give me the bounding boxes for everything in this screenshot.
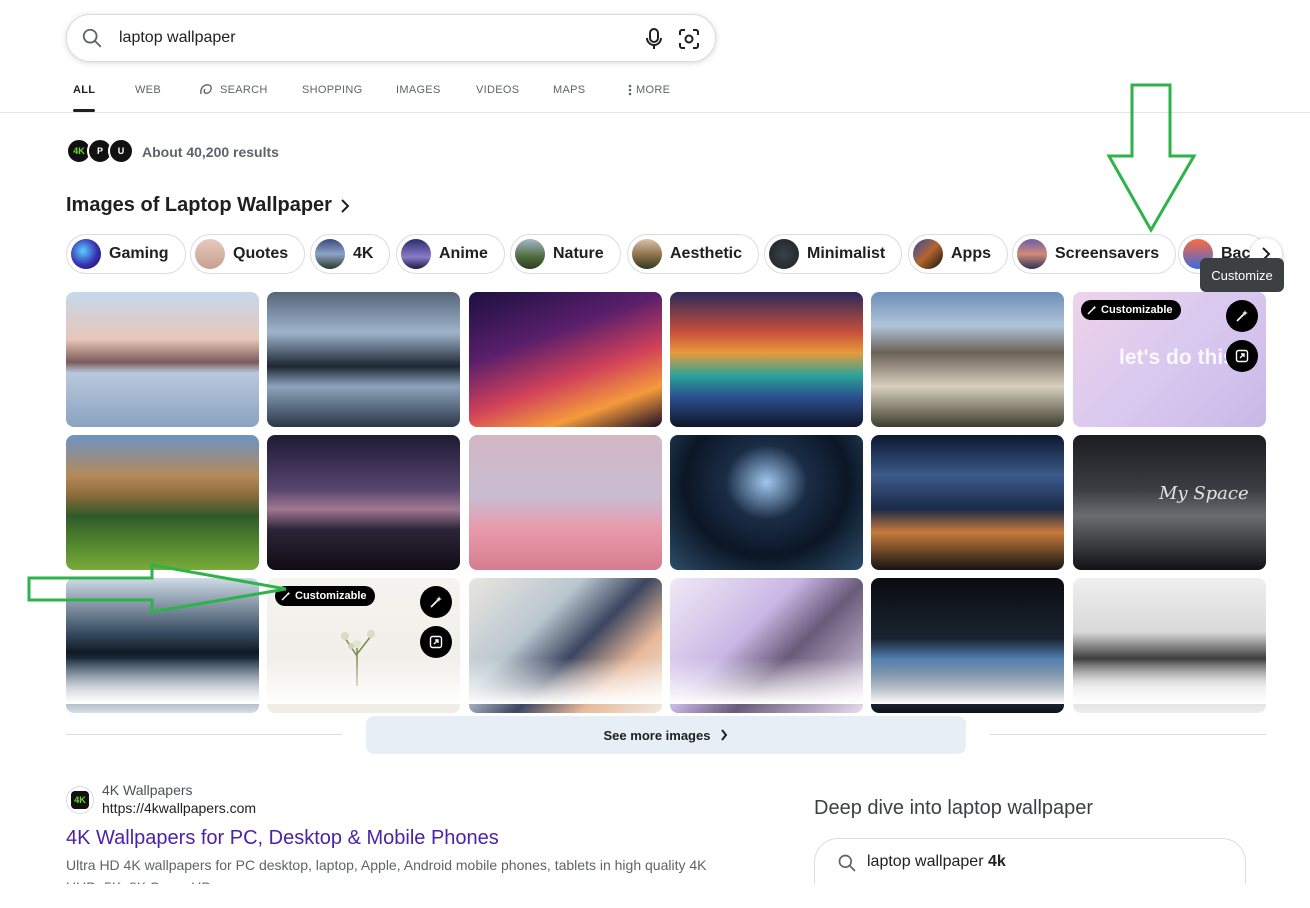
tab-search[interactable]: SEARCH [198, 76, 268, 104]
grid-fade [0, 658, 1310, 704]
tabs-divider [0, 112, 1310, 113]
image-result-yosemite[interactable] [871, 292, 1064, 427]
image-result-alpine-forest[interactable] [66, 435, 259, 570]
chip-screensavers[interactable]: Screensavers [1012, 234, 1177, 274]
image-grid: let's do this Customizable My Space Cust… [66, 292, 1266, 713]
tile-overlay-text: My Space [1159, 483, 1249, 504]
chip-gaming[interactable]: Gaming [66, 234, 186, 274]
chip-minimalist[interactable]: Minimalist [764, 234, 903, 274]
tile-overlay-text: let's do this [1119, 346, 1235, 369]
tab-images[interactable]: IMAGES [396, 76, 441, 104]
image-result-forest-reflection[interactable] [267, 292, 460, 427]
result-title-link[interactable]: 4K Wallpapers for PC, Desktop & Mobile P… [66, 827, 499, 850]
customize-button[interactable] [1226, 300, 1258, 332]
site-name[interactable]: 4K Wallpapers [102, 782, 193, 798]
chip-thumbnail [195, 239, 225, 269]
chip-thumbnail [515, 239, 545, 269]
customize-button[interactable] [420, 586, 452, 618]
site-url[interactable]: https://4kwallpapers.com [102, 800, 256, 816]
chip-thumbnail [632, 239, 662, 269]
annotation-arrow-down [1106, 83, 1197, 234]
chip-aesthetic[interactable]: Aesthetic [627, 234, 760, 274]
image-result-milky-way-road[interactable] [871, 435, 1064, 570]
chip-thumbnail [71, 239, 101, 269]
camera-lens-icon[interactable] [677, 27, 701, 51]
image-result-tulips[interactable] [469, 435, 662, 570]
chip-thumbnail [401, 239, 431, 269]
image-result-lets-do-this[interactable]: let's do this Customizable [1073, 292, 1266, 427]
chip-thumbnail [1017, 239, 1047, 269]
chip-thumbnail [769, 239, 799, 269]
chevron-right-icon [341, 198, 350, 213]
chip-4k[interactable]: 4K [310, 234, 391, 274]
image-result-night-pines[interactable] [267, 435, 460, 570]
search-icon [82, 28, 102, 48]
expand-image-button[interactable] [1226, 340, 1258, 372]
chip-thumbnail [315, 239, 345, 269]
divider-right [990, 734, 1266, 735]
image-result-illustrated-mountains[interactable] [670, 292, 863, 427]
magic-wand-icon [430, 596, 442, 608]
tab-web[interactable]: WEB [135, 76, 161, 104]
chip-apps[interactable]: Apps [908, 234, 1008, 274]
microphone-icon[interactable] [643, 27, 665, 51]
deep-dive-suggestion[interactable]: laptop wallpaper 4k [814, 838, 1246, 884]
chip-anime[interactable]: Anime [396, 234, 505, 274]
expand-icon [429, 635, 443, 649]
kebab-icon [628, 84, 632, 96]
expand-image-button[interactable] [420, 626, 452, 658]
search-bar[interactable]: laptop wallpaper [66, 14, 716, 62]
image-result-planet-rocks[interactable] [670, 435, 863, 570]
tab-all[interactable]: ALL [73, 76, 96, 112]
customizable-badge: Customizable [275, 586, 375, 606]
chip-quotes[interactable]: Quotes [190, 234, 306, 274]
source-favicons: 4K P U [66, 138, 136, 164]
deep-dive-title: Deep dive into laptop wallpaper [814, 797, 1094, 819]
image-result-galaxy-sunset[interactable] [469, 292, 662, 427]
customizable-badge: Customizable [1081, 300, 1181, 320]
tab-more[interactable]: MORE [628, 76, 670, 104]
favicon-u: U [108, 138, 134, 164]
tab-maps[interactable]: MAPS [553, 76, 585, 104]
tab-shopping[interactable]: SHOPPING [302, 76, 362, 104]
magic-wand-icon [1236, 310, 1248, 322]
result-snippet: Ultra HD 4K wallpapers for PC desktop, l… [66, 857, 707, 884]
see-more-images-button[interactable]: See more images [366, 716, 966, 754]
search-icon [838, 854, 856, 872]
magic-wand-icon [1087, 305, 1097, 315]
image-filter-chips: Gaming Quotes 4K Anime Nature Aesthetic … [66, 234, 1266, 274]
chip-thumbnail [913, 239, 943, 269]
assist-icon [200, 84, 212, 95]
expand-icon [1235, 349, 1249, 363]
site-favicon[interactable]: 4K [66, 786, 94, 814]
customize-tooltip: Customize [1200, 258, 1284, 292]
tab-videos[interactable]: VIDEOS [476, 76, 519, 104]
suggestion-text: laptop wallpaper 4k [867, 853, 1006, 870]
search-input[interactable]: laptop wallpaper [119, 29, 236, 47]
chevron-right-icon [721, 729, 728, 741]
magic-wand-icon [281, 591, 291, 601]
divider-left [66, 734, 342, 735]
image-result-my-space[interactable]: My Space [1073, 435, 1266, 570]
images-header[interactable]: Images of Laptop Wallpaper [66, 194, 350, 217]
image-result-mountain-lake[interactable] [66, 292, 259, 427]
result-count: About 40,200 results [142, 144, 279, 160]
chip-nature[interactable]: Nature [510, 234, 621, 274]
